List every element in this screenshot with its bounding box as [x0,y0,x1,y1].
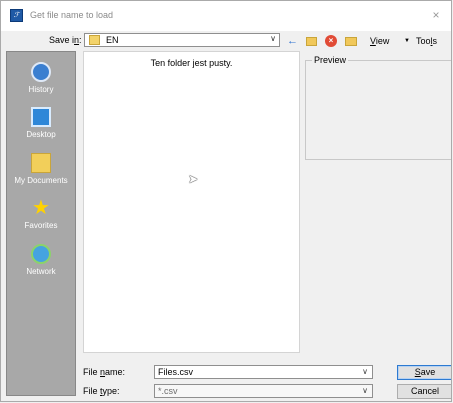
place-label: Network [26,267,56,276]
place-label: Desktop [26,130,56,139]
file-name-input[interactable]: Files.csv ∨ [154,365,373,379]
chevron-down-icon: ∨ [270,34,276,43]
places-bar: History Desktop My Documents ★ Favorites… [6,51,76,396]
place-desktop[interactable]: Desktop [7,107,75,139]
save-in-dropdown[interactable]: EN ∨ [84,33,280,47]
save-in-label: Save in: [49,35,82,45]
place-label: History [28,85,54,94]
place-label: Favorites [24,221,58,230]
save-in-value: EN [106,35,119,45]
chevron-down-icon[interactable]: ∨ [362,366,368,378]
window-title: Get file name to load [30,10,114,20]
file-list[interactable]: Ten folder jest pusty. ➤ [83,51,300,353]
preview-label: Preview [312,55,349,65]
dropdown-arrow-icon[interactable]: ▼ [404,34,410,48]
chevron-down-icon[interactable]: ∨ [362,385,368,397]
my-documents-icon [31,153,51,173]
delete-icon[interactable]: × [325,35,337,47]
file-name-label: File name: [83,367,126,377]
favorites-icon: ★ [32,197,50,219]
dropdown-arrow-icon[interactable]: ▼ [450,34,451,48]
file-open-dialog: ℱ Get file name to load × Save in: EN ∨ … [0,0,452,402]
network-icon [31,244,51,264]
tools-menu-button[interactable]: Tools [416,34,437,48]
new-folder-icon[interactable] [345,37,357,46]
desktop-icon [31,107,51,127]
view-menu-button[interactable]: View [370,34,389,48]
place-network[interactable]: Network [7,244,75,276]
file-type-select[interactable]: *.csv ∨ [154,384,373,398]
preview-panel [305,60,451,160]
cancel-button[interactable]: Cancel [397,384,451,399]
folder-icon [89,35,100,45]
close-button[interactable]: × [427,6,445,24]
place-my-documents[interactable]: My Documents [7,153,75,185]
place-history[interactable]: History [7,62,75,94]
mouse-pointer-icon: ➤ [188,172,199,186]
empty-folder-message: Ten folder jest pusty. [150,58,233,68]
save-button[interactable]: Save [397,365,451,380]
place-label: My Documents [14,176,68,185]
file-type-label: File type: [83,386,120,396]
app-icon: ℱ [10,9,23,22]
history-icon [31,62,51,82]
back-arrow-icon[interactable]: ← [287,34,298,48]
up-folder-icon[interactable] [306,37,317,46]
place-favorites[interactable]: ★ Favorites [7,198,75,230]
title-bar: ℱ Get file name to load × [1,1,451,31]
